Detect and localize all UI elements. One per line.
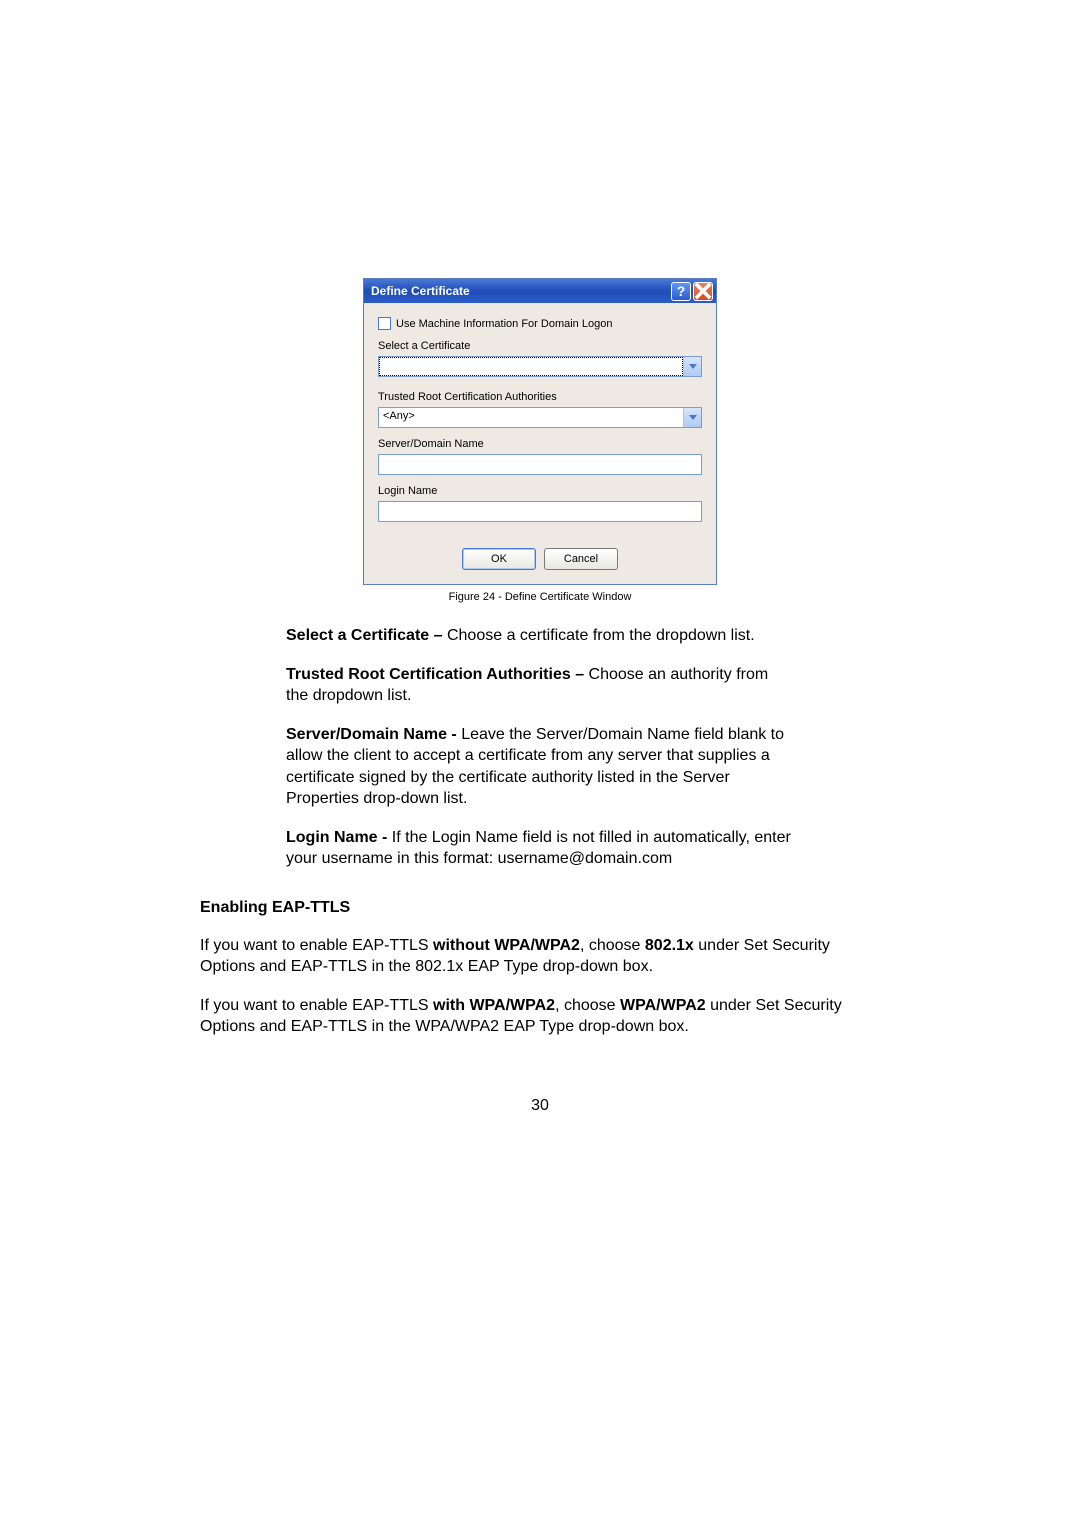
server-domain-input[interactable] xyxy=(378,454,702,475)
trusted-root-dropdown[interactable]: <Any> xyxy=(378,407,702,428)
login-name-input[interactable] xyxy=(378,501,702,522)
paragraph-login-name: Login Name - If the Login Name field is … xyxy=(200,827,880,869)
ok-button[interactable]: OK xyxy=(462,548,536,570)
chevron-down-icon xyxy=(683,357,701,376)
define-certificate-dialog: Define Certificate ? Use Machine Informa… xyxy=(363,278,717,585)
help-button[interactable]: ? xyxy=(671,282,691,301)
cancel-button[interactable]: Cancel xyxy=(544,548,618,570)
select-certificate-dropdown[interactable] xyxy=(378,356,702,377)
select-certificate-value xyxy=(379,357,683,376)
paragraph-server-domain: Server/Domain Name - Leave the Server/Do… xyxy=(200,724,880,808)
trusted-root-value: <Any> xyxy=(379,408,683,427)
machine-info-checkbox-row[interactable]: Use Machine Information For Domain Logon xyxy=(378,317,702,330)
paragraph-trusted-root: Trusted Root Certification Authorities –… xyxy=(200,664,880,706)
close-button[interactable] xyxy=(693,282,713,301)
page-number: 30 xyxy=(200,1097,880,1115)
select-certificate-label: Select a Certificate xyxy=(378,340,702,352)
chevron-down-icon xyxy=(683,408,701,427)
trusted-root-label: Trusted Root Certification Authorities xyxy=(378,391,702,403)
login-name-label: Login Name xyxy=(378,485,702,497)
checkbox-icon xyxy=(378,317,391,330)
paragraph-with-wpa: If you want to enable EAP-TTLS with WPA/… xyxy=(200,995,880,1037)
figure-caption: Figure 24 - Define Certificate Window xyxy=(200,591,880,603)
heading-enabling-eap-ttls: Enabling EAP-TTLS xyxy=(200,899,880,917)
machine-info-checkbox-label: Use Machine Information For Domain Logon xyxy=(396,318,612,330)
paragraph-without-wpa: If you want to enable EAP-TTLS without W… xyxy=(200,935,880,977)
paragraph-select-certificate: Select a Certificate – Choose a certific… xyxy=(200,625,880,646)
server-domain-label: Server/Domain Name xyxy=(378,438,702,450)
dialog-titlebar: Define Certificate ? xyxy=(364,279,716,303)
dialog-title: Define Certificate xyxy=(371,284,669,298)
